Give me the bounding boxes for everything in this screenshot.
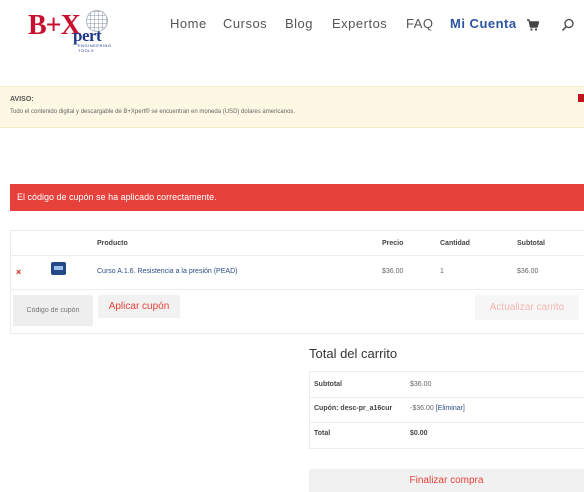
- site-logo[interactable]: B+X pert ENGINEERING TOOLS: [28, 8, 111, 53]
- shopping-cart-icon[interactable]: [526, 18, 540, 32]
- nav-item-cursos[interactable]: Cursos: [223, 16, 267, 31]
- coupon-label: Cupón: desc-pr_a16cur: [314, 405, 393, 412]
- column-header-subtotal: Subtotal: [517, 240, 545, 247]
- nav-item-home[interactable]: Home: [170, 16, 207, 31]
- row-divider: [11, 255, 584, 256]
- logo-tagline: ENGINEERING TOOLS: [78, 43, 112, 53]
- alert-message: El código de cupón se ha aplicado correc…: [17, 192, 217, 202]
- notice-close-button[interactable]: [578, 94, 584, 102]
- product-thumbnail[interactable]: [51, 262, 66, 275]
- nav-item-mi-cuenta[interactable]: Mi Cuenta: [450, 16, 517, 31]
- product-name-link[interactable]: Curso A.1.6. Resistencia a la presión (P…: [97, 268, 237, 275]
- row-divider: [11, 289, 584, 290]
- row-divider: [310, 422, 584, 423]
- site-header: B+X pert ENGINEERING TOOLS Home Cursos B…: [0, 0, 584, 53]
- cart-table: Producto Precio Cantidad Subtotal × Curs…: [10, 230, 584, 334]
- cart-totals-table: Subtotal $36.00 Cupón: desc-pr_a16cur -$…: [309, 371, 584, 449]
- coupon-discount: -$36.00 [Eliminar]: [410, 405, 465, 412]
- remove-coupon-link[interactable]: [Eliminar]: [436, 405, 465, 412]
- subtotal-value: $36.00: [410, 381, 432, 388]
- column-header-product: Producto: [97, 240, 128, 247]
- nav-item-expertos[interactable]: Expertos: [332, 16, 387, 31]
- checkout-button[interactable]: Finalizar compra: [309, 469, 584, 492]
- currency-notice: AVISO: Todo el contenido digital y desca…: [0, 86, 584, 128]
- cart-totals-title: Total del carrito: [309, 346, 398, 361]
- update-cart-button[interactable]: Actualizar carrito: [475, 295, 579, 320]
- total-value: $0.00: [410, 430, 428, 437]
- coupon-code-input[interactable]: [13, 295, 93, 326]
- remove-item-icon[interactable]: ×: [16, 267, 21, 277]
- subtotal-label: Subtotal: [314, 381, 342, 388]
- product-subtotal: $36.00: [517, 268, 539, 275]
- product-price: $36.00: [382, 268, 404, 275]
- column-header-price: Precio: [382, 240, 404, 247]
- notice-title: AVISO:: [10, 96, 34, 103]
- nav-item-faq[interactable]: FAQ: [406, 16, 434, 31]
- coupon-success-alert: El código de cupón se ha aplicado correc…: [10, 184, 584, 211]
- apply-coupon-button[interactable]: Aplicar cupón: [98, 295, 180, 318]
- total-label: Total: [314, 430, 331, 437]
- notice-text: Todo el contenido digital y descargable …: [10, 109, 296, 115]
- row-divider: [310, 397, 584, 398]
- search-icon[interactable]: [561, 18, 575, 32]
- coupon-discount-value: -$36.00: [410, 405, 434, 412]
- product-quantity[interactable]: 1: [440, 268, 444, 275]
- column-header-quantity: Cantidad: [440, 240, 470, 247]
- nav-item-blog[interactable]: Blog: [285, 16, 313, 31]
